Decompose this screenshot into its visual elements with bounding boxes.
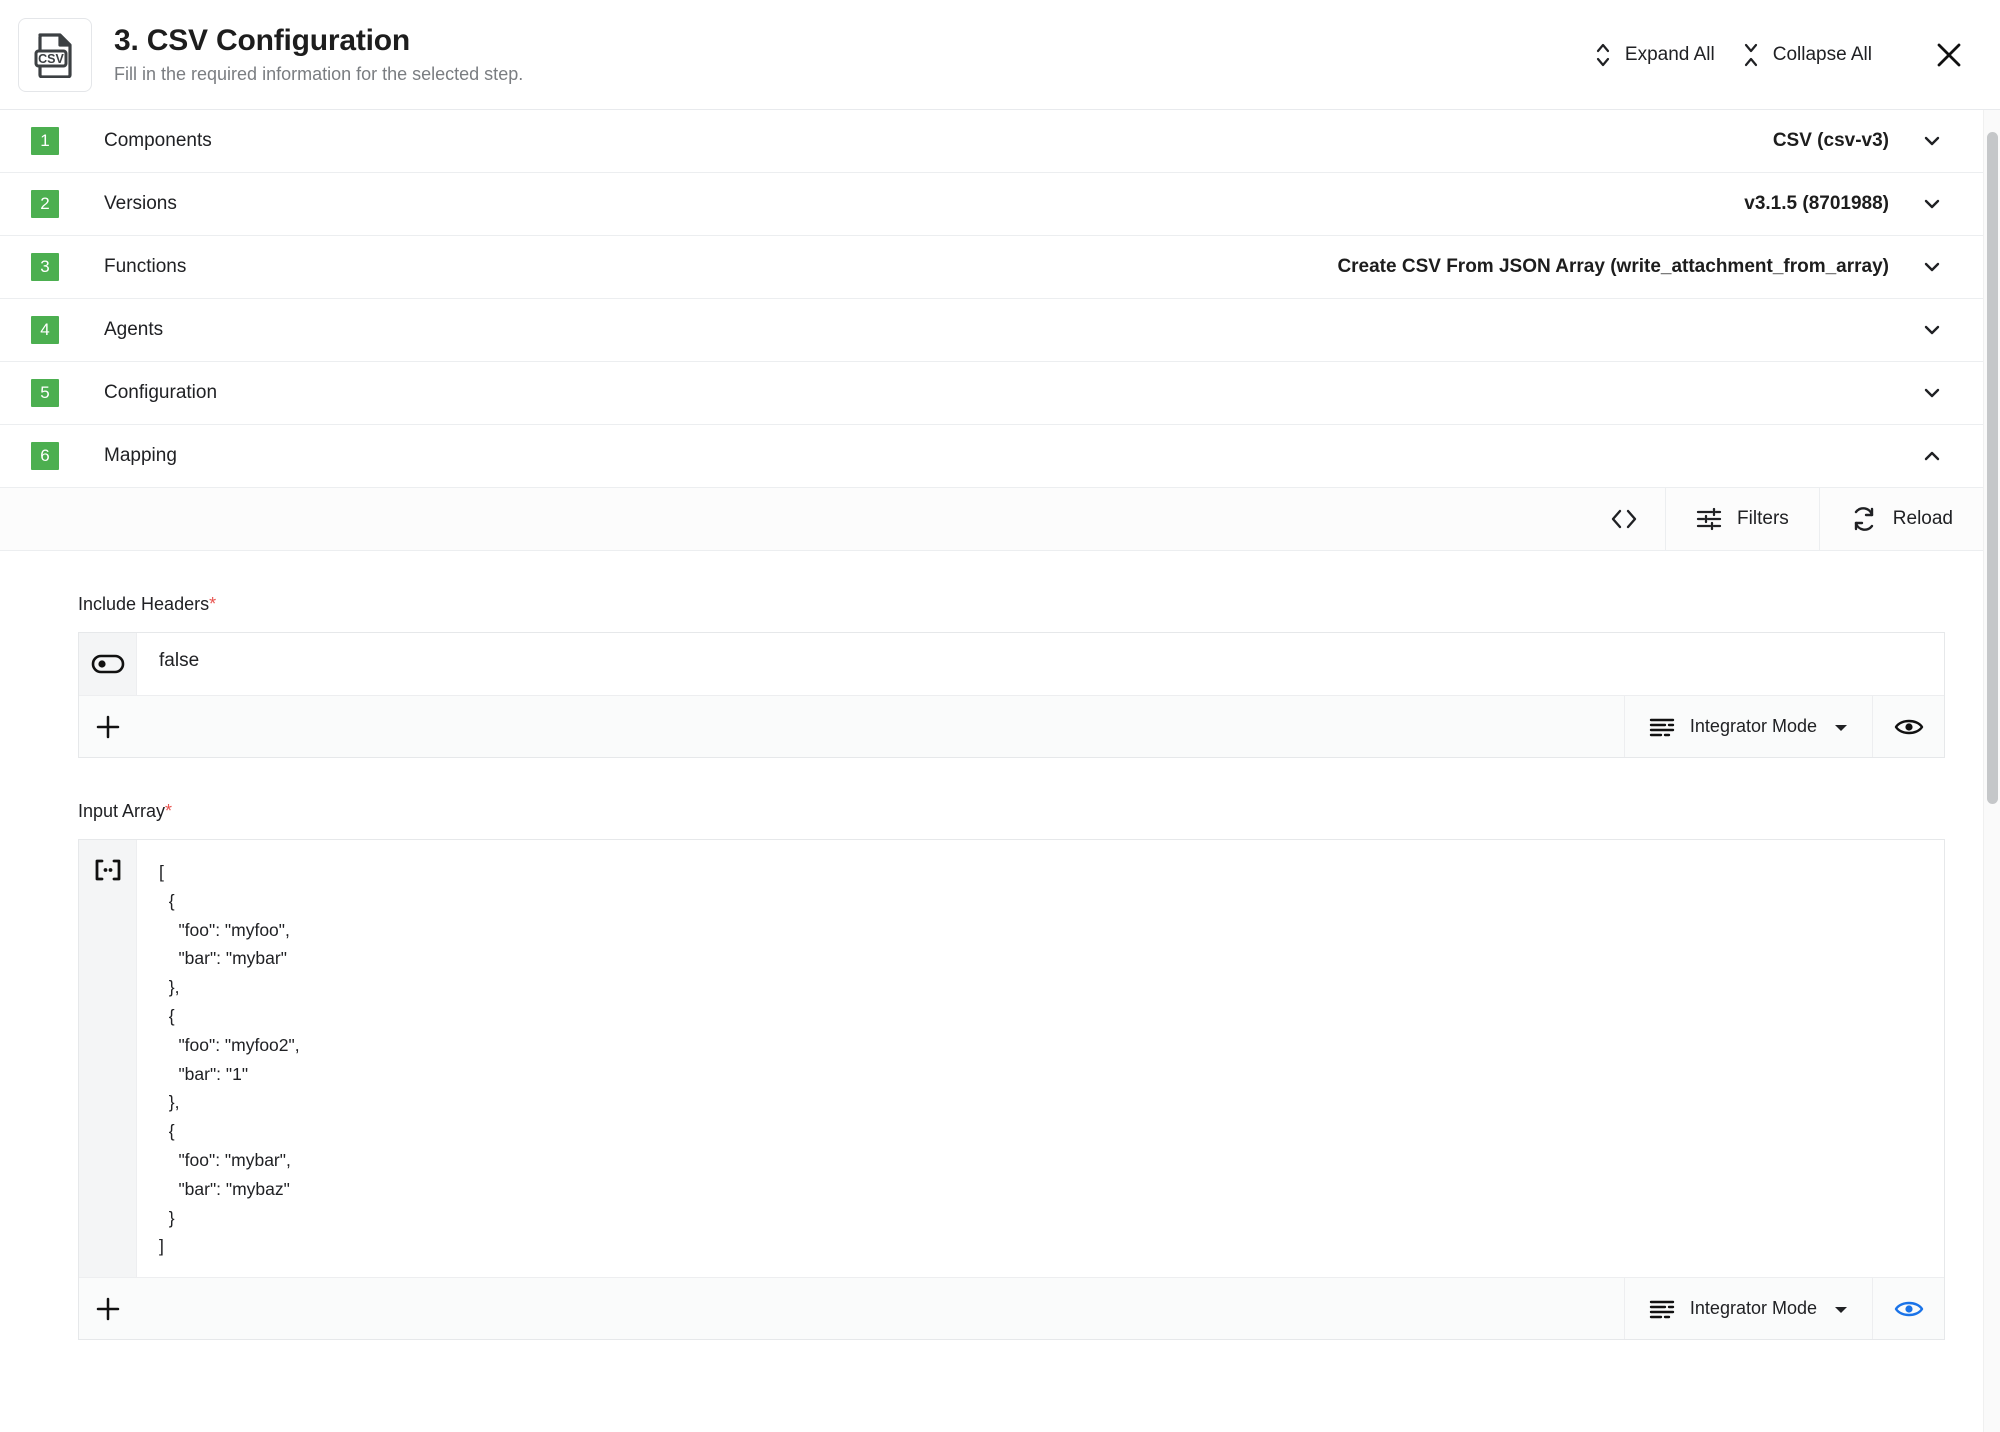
required-asterisk: *: [165, 801, 173, 821]
eye-icon: [1894, 716, 1924, 738]
required-asterisk: *: [209, 594, 217, 614]
accordion-row-mapping[interactable]: 6 Mapping: [0, 425, 1983, 488]
header-text-group: 3. CSV Configuration Fill in the require…: [114, 25, 523, 83]
integrator-mode-label: Integrator Mode: [1689, 1298, 1817, 1319]
accordion-steps-list: 1 Components CSV (csv-v3) 2 Versions v3.…: [0, 110, 1983, 488]
expand-all-label: Expand All: [1624, 43, 1715, 65]
field-body: false: [79, 633, 1944, 695]
header-actions: Expand All Collapse All: [1581, 32, 1976, 78]
code-view-button[interactable]: [1583, 488, 1665, 550]
mapping-toolbar: Filters Reload: [0, 488, 1983, 551]
chevron-down-icon[interactable]: [1919, 128, 1945, 154]
caret-down-icon: [1832, 720, 1850, 734]
accordion-row-label: Configuration: [104, 382, 218, 403]
csv-file-icon: CSV: [18, 17, 92, 92]
chevron-down-icon[interactable]: [1919, 254, 1945, 280]
integrator-mode-lines-icon: [1649, 1299, 1675, 1319]
accordion-row-versions[interactable]: 2 Versions v3.1.5 (8701988): [0, 173, 1983, 236]
accordion-row-label: Versions: [104, 193, 177, 214]
include-headers-field: false Integrator Mode: [78, 632, 1945, 758]
field-footer: Integrator Mode: [79, 1277, 1944, 1340]
expand-vertical-icon: [1595, 42, 1611, 68]
accordion-row-agents[interactable]: 4 Agents: [0, 299, 1983, 362]
preview-toggle-button[interactable]: [1872, 1278, 1944, 1340]
mapping-fields: Include Headers* false Integrator Mode I…: [0, 594, 1983, 1341]
caret-down-icon: [1832, 1302, 1850, 1316]
reload-label: Reload: [1892, 508, 1953, 529]
page-title: 3. CSV Configuration: [114, 24, 411, 58]
array-brackets-icon: [79, 840, 137, 1278]
chevron-down-icon[interactable]: [1919, 380, 1945, 406]
eye-icon: [1894, 1298, 1924, 1320]
close-button[interactable]: [1928, 34, 1970, 76]
include-headers-label: Include Headers*: [78, 594, 217, 614]
input-array-field: [ { "foo": "myfoo", "bar": "mybar" }, { …: [78, 839, 1945, 1341]
integrator-mode-lines-icon: [1649, 717, 1675, 737]
accordion-row-configuration[interactable]: 5 Configuration: [0, 362, 1983, 425]
input-array-value[interactable]: [ { "foo": "myfoo", "bar": "mybar" }, { …: [137, 840, 1944, 1277]
add-mapping-button[interactable]: [79, 1278, 137, 1339]
dialog-header: CSV 3. CSV Configuration Fill in the req…: [0, 0, 2000, 110]
csv-configuration-dialog: CSV 3. CSV Configuration Fill in the req…: [0, 0, 2000, 1432]
field-footer: Integrator Mode: [79, 695, 1944, 757]
accordion-row-value: v3.1.5 (8701988): [1744, 193, 1889, 214]
accordion-row-label: Agents: [104, 319, 164, 340]
collapse-vertical-icon: [1743, 42, 1759, 68]
integrator-mode-dropdown[interactable]: Integrator Mode: [1623, 696, 1872, 757]
input-array-label: Input Array*: [78, 801, 173, 821]
step-number-badge: 6: [31, 442, 59, 470]
collapse-all-label: Collapse All: [1772, 43, 1872, 65]
filters-sliders-icon: [1696, 507, 1722, 531]
expand-all-button[interactable]: Expand All: [1581, 32, 1729, 78]
svg-text:CSV: CSV: [38, 52, 64, 66]
field-body: [ { "foo": "myfoo", "bar": "mybar" }, { …: [79, 840, 1944, 1278]
integrator-mode-label: Integrator Mode: [1689, 716, 1817, 736]
add-mapping-button[interactable]: [79, 696, 137, 757]
step-number-badge: 3: [31, 253, 59, 281]
vertical-scrollbar[interactable]: [1983, 110, 2000, 1432]
reload-refresh-icon: [1850, 506, 1878, 532]
accordion-row-components[interactable]: 1 Components CSV (csv-v3): [0, 110, 1983, 173]
accordion-row-value: Create CSV From JSON Array (write_attach…: [1337, 256, 1889, 277]
step-number-badge: 5: [31, 379, 59, 407]
accordion-row-value: CSV (csv-v3): [1772, 130, 1889, 151]
collapse-all-button[interactable]: Collapse All: [1729, 32, 1886, 78]
scrollbar-thumb[interactable]: [1987, 132, 1998, 804]
accordion-row-label: Functions: [104, 256, 187, 277]
code-brackets-icon: [1609, 507, 1639, 531]
reload-button[interactable]: Reload: [1818, 488, 1983, 550]
preview-toggle-button[interactable]: [1872, 696, 1944, 757]
accordion-row-label: Components: [104, 130, 212, 151]
step-number-badge: 4: [31, 316, 59, 344]
accordion-row-label: Mapping: [104, 445, 177, 466]
integrator-mode-dropdown[interactable]: Integrator Mode: [1623, 1278, 1872, 1340]
boolean-toggle-icon: [79, 633, 137, 695]
include-headers-value[interactable]: false: [137, 633, 1944, 695]
step-number-badge: 1: [31, 127, 59, 155]
dialog-content: 1 Components CSV (csv-v3) 2 Versions v3.…: [0, 110, 1983, 1341]
step-number-badge: 2: [31, 190, 59, 218]
filters-label: Filters: [1737, 508, 1789, 529]
chevron-up-icon[interactable]: [1919, 443, 1945, 469]
chevron-down-icon[interactable]: [1919, 191, 1945, 217]
accordion-row-functions[interactable]: 3 Functions Create CSV From JSON Array (…: [0, 236, 1983, 299]
plus-icon: [95, 714, 121, 740]
chevron-down-icon[interactable]: [1919, 317, 1945, 343]
page-subtitle: Fill in the required information for the…: [114, 63, 524, 84]
filters-button[interactable]: Filters: [1665, 488, 1819, 550]
plus-icon: [95, 1296, 121, 1322]
close-icon: [1934, 40, 1964, 70]
